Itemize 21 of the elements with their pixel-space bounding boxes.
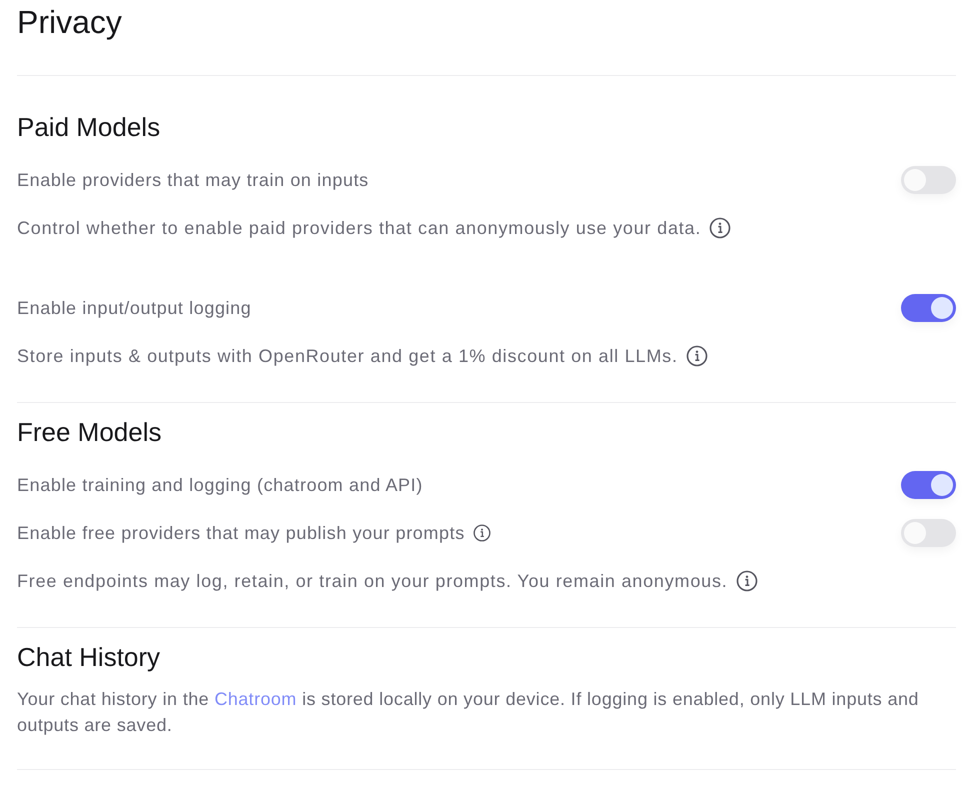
page-title: Privacy	[17, 3, 123, 42]
info-icon[interactable]	[736, 570, 758, 592]
toggle-switch[interactable]	[901, 166, 956, 194]
setting-label: Enable training and logging (chatroom and API)	[17, 474, 423, 496]
setting-label: Enable free providers that may publish your prompts	[17, 522, 465, 544]
toggle-switch[interactable]	[901, 519, 956, 547]
setting-description: Control whether to enable paid providers that can anonymously use your data.	[17, 218, 702, 238]
toggle-switch[interactable]	[901, 294, 956, 322]
setting-description: Store inputs & outputs with OpenRouter and get a 1% discount on all LLMs.	[17, 346, 678, 366]
chat-history-text: Your chat history in the Chatroom is stored locally on your device. If logging is enabled, only LLM inputs and outputs are saved.	[17, 688, 920, 737]
section-heading: Chat History	[17, 641, 162, 674]
section-heading: Free Models	[17, 416, 162, 449]
setting-description: Free endpoints may log, retain, or train on your prompts. You remain anonymous.	[17, 570, 728, 592]
info-icon[interactable]	[686, 345, 708, 367]
setting-label: Enable input/output logging	[17, 298, 252, 318]
info-icon[interactable]	[709, 217, 732, 239]
section-heading: Paid Models	[17, 111, 162, 144]
chatroom-link[interactable]: Chatroom	[214, 689, 297, 709]
setting-label: Enable providers that may train on inputs	[17, 170, 369, 190]
info-icon[interactable]	[472, 524, 491, 542]
toggle-switch[interactable]	[901, 471, 956, 499]
